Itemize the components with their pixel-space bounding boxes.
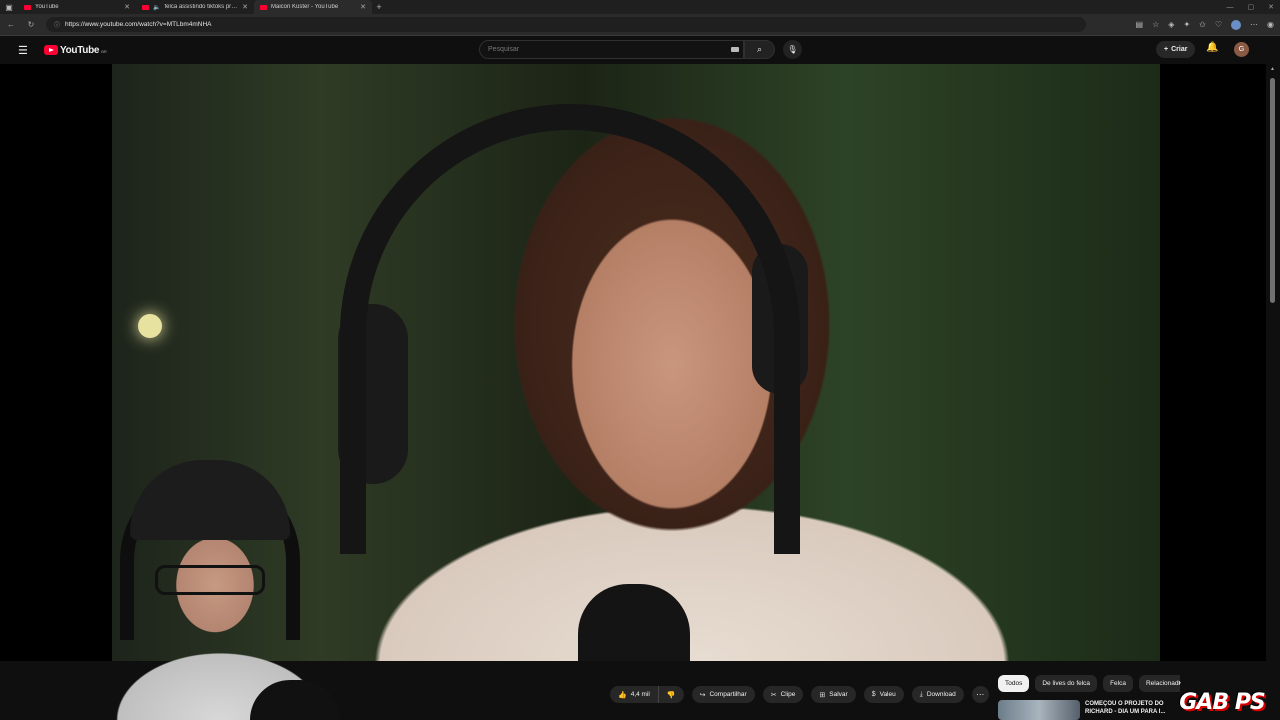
save-label: Salvar [829,691,848,698]
bookmark-icon: ⊞ [819,691,826,699]
tab-actions-menu-icon[interactable]: ▣ [0,0,18,14]
page-scrollbar[interactable]: ▲ [1266,64,1280,720]
more-actions-button[interactable]: ⋯ [971,686,989,703]
search-button[interactable]: ⌕ [744,40,775,59]
more-horizontal-icon: ⋯ [976,690,985,699]
youtube-play-logo-icon [44,45,58,55]
webcam-microphone [250,680,340,720]
close-window-icon[interactable]: ✕ [1268,3,1274,11]
share-icon: ↪ [699,691,706,699]
like-count: 4,4 mil [630,691,650,698]
webcam-cap [130,460,290,540]
download-label: Download [926,691,956,698]
search-icon: ⌕ [756,44,763,54]
url-field[interactable]: ⓘ https://www.youtube.com/watch?v=MTLbm4… [46,17,1086,32]
maximize-icon[interactable]: ▢ [1248,3,1255,11]
tab-maicon[interactable]: Maicon Küster - YouTube ✕ [254,0,372,14]
dislike-button[interactable]: 👎 [658,686,684,703]
create-label: Criar [1171,46,1188,53]
close-tab-icon[interactable]: ✕ [360,3,366,11]
tab-youtube[interactable]: YouTube ✕ [18,0,136,14]
chip-all[interactable]: Todos [998,675,1030,692]
keyboard-icon[interactable] [731,47,739,52]
address-bar-row: ← ↻ ⓘ https://www.youtube.com/watch?v=MT… [0,14,1280,36]
avatar[interactable]: G [1234,42,1249,57]
super-thanks-icon: $ [871,691,876,698]
recommended-title[interactable]: COMEÇOU O PROJETO DO RICHARD - DIA UM PA… [1085,700,1168,720]
chip-felca[interactable]: Felca [1103,675,1133,692]
plus-icon: + [1164,46,1169,53]
channel-watermark-logo: GAB PS [1179,689,1265,715]
scissors-icon: ✂ [770,691,777,699]
speaker-icon[interactable]: 🔈 [153,4,160,11]
tab-title: felca assistindo tiktoks pra... [164,4,239,10]
thanks-label: Valeu [879,691,896,698]
avatar-letter: G [1238,46,1245,53]
create-button[interactable]: + Criar [1156,41,1196,58]
share-label: Compartilhar [709,691,747,698]
youtube-favicon-icon [142,4,149,10]
heart-icon[interactable]: ♡ [1215,20,1222,29]
settings-more-icon[interactable]: ⋯ [1250,20,1258,29]
tab-title: Maicon Küster - YouTube [271,4,339,10]
copilot-icon[interactable]: ◉ [1267,20,1274,29]
reload-icon[interactable]: ↻ [26,20,36,29]
background-lamp [138,314,162,338]
webcam-glasses [155,565,265,595]
favorites-icon[interactable]: ✩ [1199,20,1206,29]
close-tab-icon[interactable]: ✕ [124,3,130,11]
window-controls: — ▢ ✕ [1227,0,1275,14]
extension-icon[interactable]: ◈ [1168,20,1174,29]
recommended-thumbnail[interactable] [998,700,1080,720]
microphone-icon: 🎙 [787,45,798,54]
download-icon: ⤓ [919,690,923,698]
clip-button[interactable]: ✂ Clipe [762,686,804,703]
screen: ▣ YouTube ✕ 🔈 felca assistindo tiktoks p… [0,0,1280,720]
scroll-thumb[interactable] [1270,78,1275,303]
clip-label: Clipe [780,691,796,698]
streamer-webcam-overlay [30,440,430,720]
share-button[interactable]: ↪ Compartilhar [691,686,755,703]
tab-title: YouTube [35,4,59,10]
reader-mode-icon[interactable]: ▤ [1136,20,1144,29]
browser-toolbar-icons: ▤ ☆ ◈ ✦ ✩ ♡ ⋯ ◉ [1136,19,1274,30]
save-button[interactable]: ⊞ Salvar [811,686,856,703]
url-text: https://www.youtube.com/watch?v=MTLbm4mN… [65,21,212,28]
thumbs-down-icon: 👎 [666,691,676,699]
logo-text: YouTube [60,44,100,56]
new-tab-icon[interactable]: + [372,2,386,12]
search-input[interactable]: Pesquisar [479,40,744,59]
minimize-icon[interactable]: — [1227,4,1234,11]
tab-felca[interactable]: 🔈 felca assistindo tiktoks pra... ✕ [136,0,254,14]
thanks-button[interactable]: $ Valeu [863,686,904,703]
back-icon[interactable]: ← [6,20,16,29]
recommendation-chips: Todos De lives do felca Felca Relacionad… [998,675,1180,692]
recommended-video[interactable]: COMEÇOU O PROJETO DO RICHARD - DIA UM PA… [998,700,1168,720]
menu-icon[interactable]: ☰ [18,44,34,57]
youtube-masthead: ☰ YouTube BR Pesquisar ⌕ 🎙 + Criar 🔔 G [0,36,1280,64]
chip-felca-lives[interactable]: De lives do felca [1035,675,1098,692]
search-placeholder: Pesquisar [488,46,520,53]
video-actions-row: 👍 4,4 mil 👎 ↪ Compartilhar ✂ Clipe ⊞ Sal… [610,686,989,703]
youtube-favicon-icon [24,4,31,10]
voice-search-button[interactable]: 🎙 [783,40,802,59]
site-info-icon[interactable]: ⓘ [54,20,60,29]
puzzle-icon[interactable]: ✦ [1183,20,1190,29]
browser-tab-strip: ▣ YouTube ✕ 🔈 felca assistindo tiktoks p… [0,0,1280,14]
close-tab-icon[interactable]: ✕ [242,3,248,11]
thumbs-up-icon: 👍 [618,691,627,699]
profile-icon[interactable] [1231,19,1242,30]
youtube-logo[interactable]: YouTube BR [44,45,107,56]
download-button[interactable]: ⤓ Download [911,686,964,703]
country-code: BR [101,48,107,54]
favorite-star-icon[interactable]: ☆ [1152,20,1159,29]
youtube-favicon-icon [260,4,267,10]
like-dislike-group: 👍 4,4 mil 👎 [610,686,684,703]
like-button[interactable]: 👍 4,4 mil [610,686,659,703]
notifications-bell-icon[interactable]: 🔔 [1206,42,1218,53]
scroll-up-icon[interactable]: ▲ [1270,66,1275,72]
studio-microphone [578,584,690,661]
